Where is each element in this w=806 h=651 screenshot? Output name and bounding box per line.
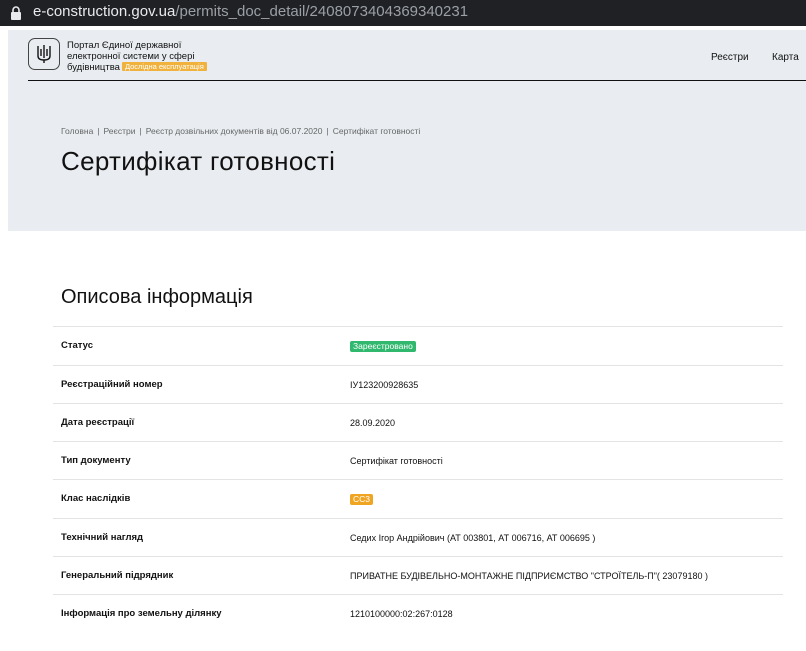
header-divider: [28, 80, 806, 81]
breadcrumb-permits-registry[interactable]: Реєстр дозвільних документів від 06.07.2…: [146, 126, 323, 136]
section-title: Описова інформація: [61, 286, 253, 308]
row-value: СС3: [350, 480, 374, 518]
portal-logo[interactable]: [28, 38, 60, 70]
status-badge: Зареєстровано: [350, 341, 416, 353]
url-domain: e-construction.gov.ua: [33, 3, 176, 20]
info-row-reg-date: Дата реєстрації 28.09.2020: [53, 403, 783, 442]
dev-mode-badge: Дослідна експлуатація: [121, 62, 207, 71]
lock-icon: [11, 6, 21, 20]
row-label: Генеральний підрядник: [61, 570, 174, 581]
nav-registries-link[interactable]: Реєстри: [711, 52, 749, 63]
info-row-land-plot: Інформація про земельну ділянку 12101000…: [53, 594, 783, 633]
row-label: Клас наслідків: [61, 493, 131, 504]
info-row-doc-type: Тип документу Сертифікат готовності: [53, 441, 783, 480]
breadcrumb-registries[interactable]: Реєстри: [104, 126, 136, 136]
row-label: Інформація про земельну ділянку: [61, 608, 222, 619]
row-value: 28.09.2020: [350, 418, 396, 428]
row-label: Дата реєстрації: [61, 417, 135, 428]
url-path: /permits_doc_detail/2408073404369340231: [175, 3, 469, 20]
breadcrumb-current: Сертифікат готовності: [332, 126, 421, 136]
nav-map-link[interactable]: Карта: [772, 52, 799, 63]
browser-address-bar[interactable]: e-construction.gov.ua/permits_doc_detail…: [0, 0, 806, 26]
row-value: ПРИВАТНЕ БУДІВЕЛЬНО-МОНТАЖНЕ ПІДПРИЄМСТВ…: [350, 571, 708, 581]
row-label: Статус: [61, 340, 94, 351]
row-label: Тип документу: [61, 455, 131, 466]
page-header-area: Портал Єдиної державної електронної сист…: [8, 30, 806, 231]
info-row-status: Статус Зареєстровано: [53, 326, 783, 365]
info-row-reg-number: Реєстраційний номер ІУ123200928635: [53, 365, 783, 404]
info-row-consequence-class: Клас наслідків СС3: [53, 479, 783, 518]
class-badge: СС3: [350, 494, 374, 506]
info-row-general-contractor: Генеральний підрядник ПРИВАТНЕ БУДІВЕЛЬН…: [53, 556, 783, 595]
portal-title-line1: Портал Єдиної державної: [67, 40, 182, 51]
portal-title-line3: будівництва: [67, 62, 120, 73]
info-row-tech-supervision: Технічний нагляд Седих Ігор Андрійович (…: [53, 518, 783, 557]
trident-icon: [37, 45, 51, 63]
page-title: Сертифікат готовності: [61, 146, 336, 176]
breadcrumb: Головна | Реєстри | Реєстр дозвільних докуме…: [61, 126, 421, 136]
row-value: Седих Ігор Андрійович (АТ 003801, АТ 006…: [350, 533, 596, 543]
row-value: 1210100000:02:267:0128: [350, 609, 453, 619]
row-value: Зареєстровано: [350, 327, 416, 365]
row-value: ІУ123200928635: [350, 380, 419, 390]
portal-title[interactable]: Портал Єдиної державної електронної сист…: [67, 40, 227, 73]
row-label: Реєстраційний номер: [61, 379, 163, 390]
portal-title-line2: електронної системи у сфері: [67, 51, 195, 62]
breadcrumb-home[interactable]: Головна: [61, 126, 93, 136]
row-value: Сертифікат готовності: [350, 456, 443, 466]
url-text[interactable]: e-construction.gov.ua/permits_doc_detail…: [33, 3, 468, 21]
row-label: Технічний нагляд: [61, 532, 144, 543]
